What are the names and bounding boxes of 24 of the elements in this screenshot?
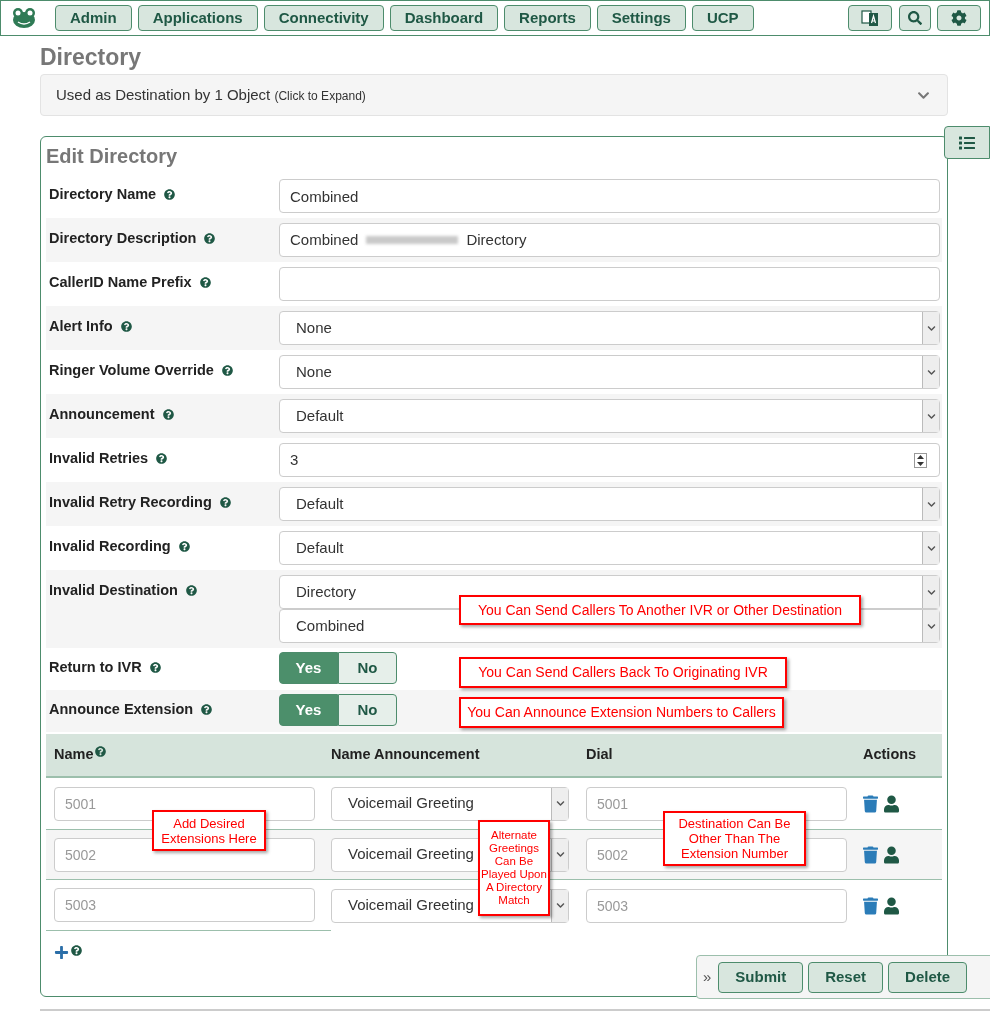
column-header: Actions [863,746,917,763]
annotation-tooltip: Add Desired Extensions Here [152,810,266,851]
field-label: Return to IVR [49,659,142,675]
column-header: Dial [586,746,613,763]
field-label: CallerID Name Prefix [49,274,192,290]
annotation-tooltip: Destination Can Be Other Than The Extension Number [663,811,806,866]
field-label: Announce Extension [49,701,194,717]
annotation-tooltip: You Can Send Callers To Another IVR or Other Destination [459,595,861,625]
page-title: Directory [40,43,142,72]
panel-title: Edit Directory [46,144,179,169]
column-header: Name [54,746,94,763]
annotation-tooltip: You Can Announce Extension Numbers to Callers [459,697,784,728]
field-label: Announcement [49,406,155,422]
field-label: Alert Info [49,318,113,334]
field-label: Directory Description [49,230,197,246]
field-label: Directory Name [49,186,157,202]
annotation-tooltip: You Can Send Callers Back To Originating IVR [459,657,787,688]
field-label: Invalid Retries [49,450,149,466]
field-label: Ringer Volume Override [49,362,214,378]
field-label: Invalid Retry Recording [49,494,212,510]
field-label: Invalid Recording [49,538,171,554]
field-label: Invalid Destination [49,582,178,598]
column-header: Name Announcement [331,746,480,763]
annotation-tooltip: Alternate Greetings Can Be Played Upon A Directory Match [478,820,550,916]
